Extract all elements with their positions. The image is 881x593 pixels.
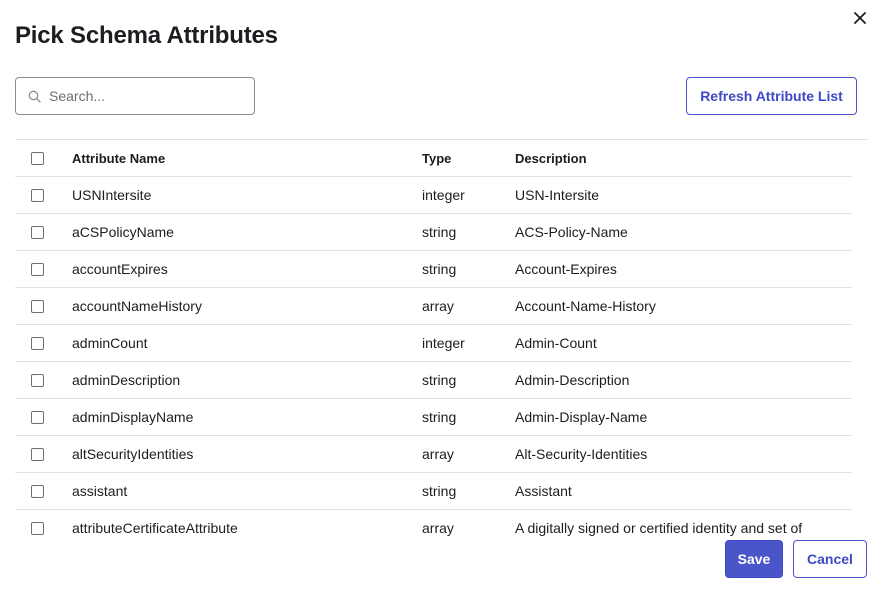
attribute-description-cell: A digitally signed or certified identity… xyxy=(515,520,803,536)
attribute-name-cell: USNIntersite xyxy=(72,187,152,203)
attribute-name-cell: attributeCertificateAttribute xyxy=(72,520,238,536)
column-header-attribute-name[interactable]: Attribute Name xyxy=(72,151,422,166)
table-row[interactable]: adminDisplayName string Admin-Display-Name xyxy=(15,399,852,436)
table-header-row: Attribute Name Type Description xyxy=(15,140,852,177)
close-button[interactable] xyxy=(850,8,870,28)
close-icon xyxy=(854,12,866,24)
attribute-description-cell: Admin-Count xyxy=(515,335,597,351)
attribute-type-cell: string xyxy=(422,483,457,499)
search-input[interactable] xyxy=(49,88,239,104)
column-header-description[interactable]: Description xyxy=(515,151,852,166)
attribute-description-cell: USN-Intersite xyxy=(515,187,600,203)
attribute-name-cell: aCSPolicyName xyxy=(72,224,174,240)
table-row[interactable]: assistant string Assistant xyxy=(15,473,852,510)
table-row[interactable]: accountExpires string Account-Expires xyxy=(15,251,852,288)
attribute-type-cell: array xyxy=(422,520,454,536)
dialog-title: Pick Schema Attributes xyxy=(15,22,278,49)
attribute-description-cell: Alt-Security-Identities xyxy=(515,446,648,462)
select-all-checkbox[interactable] xyxy=(31,151,44,165)
table-row[interactable]: attributeCertificateAttribute array A digi… xyxy=(15,510,852,537)
search-icon xyxy=(28,90,41,103)
attribute-type-cell: array xyxy=(422,298,454,314)
row-checkbox[interactable] xyxy=(31,299,44,313)
attribute-description-cell: ACS-Policy-Name xyxy=(515,224,628,240)
cancel-button[interactable]: Cancel xyxy=(793,540,867,578)
attribute-type-cell: integer xyxy=(422,187,465,203)
attribute-type-cell: string xyxy=(422,224,457,240)
attribute-type-cell: integer xyxy=(422,335,465,351)
attribute-description-cell: Account-Expires xyxy=(515,261,617,277)
table-row[interactable]: altSecurityIdentities array Alt-Security-I… xyxy=(15,436,852,473)
attribute-description-cell: Admin-Description xyxy=(515,372,630,388)
row-checkbox[interactable] xyxy=(31,262,44,276)
row-checkbox[interactable] xyxy=(31,373,44,387)
table-row[interactable]: USNIntersite integer USN-Intersite xyxy=(15,177,852,214)
row-checkbox[interactable] xyxy=(31,484,44,498)
attribute-description-cell: Admin-Display-Name xyxy=(515,409,648,425)
refresh-attribute-list-button[interactable]: Refresh Attribute List xyxy=(686,77,857,115)
attribute-name-cell: accountNameHistory xyxy=(72,298,202,314)
attribute-name-cell: adminDisplayName xyxy=(72,409,194,425)
row-checkbox[interactable] xyxy=(31,447,44,461)
attribute-type-cell: string xyxy=(422,372,457,388)
attribute-name-cell: adminCount xyxy=(72,335,148,351)
table-row[interactable]: accountNameHistory array Account-Name-Hist… xyxy=(15,288,852,325)
attribute-name-cell: adminDescription xyxy=(72,372,181,388)
column-header-type[interactable]: Type xyxy=(422,151,515,166)
pick-schema-attributes-dialog: Pick Schema Attributes Refresh Attribute… xyxy=(0,0,881,593)
table-row[interactable]: aCSPolicyName string ACS-Policy-Name xyxy=(15,214,852,251)
row-checkbox[interactable] xyxy=(31,188,44,202)
row-checkbox[interactable] xyxy=(31,410,44,424)
attribute-type-cell: string xyxy=(422,261,457,277)
row-checkbox[interactable] xyxy=(31,521,44,535)
attribute-name-cell: altSecurityIdentities xyxy=(72,446,194,462)
attributes-table[interactable]: Attribute Name Type Description USNInter… xyxy=(15,139,867,537)
attribute-description-cell: Assistant xyxy=(515,483,572,499)
attribute-type-cell: array xyxy=(422,446,454,462)
attribute-type-cell: string xyxy=(422,409,457,425)
attribute-name-cell: accountExpires xyxy=(72,261,168,277)
attribute-description-cell: Account-Name-History xyxy=(515,298,656,314)
attribute-name-cell: assistant xyxy=(72,483,128,499)
row-checkbox[interactable] xyxy=(31,336,44,350)
table-row[interactable]: adminDescription string Admin-Description xyxy=(15,362,852,399)
save-button[interactable]: Save xyxy=(725,540,783,578)
search-field[interactable] xyxy=(15,77,255,115)
table-row[interactable]: adminCount integer Admin-Count xyxy=(15,325,852,362)
row-checkbox[interactable] xyxy=(31,225,44,239)
